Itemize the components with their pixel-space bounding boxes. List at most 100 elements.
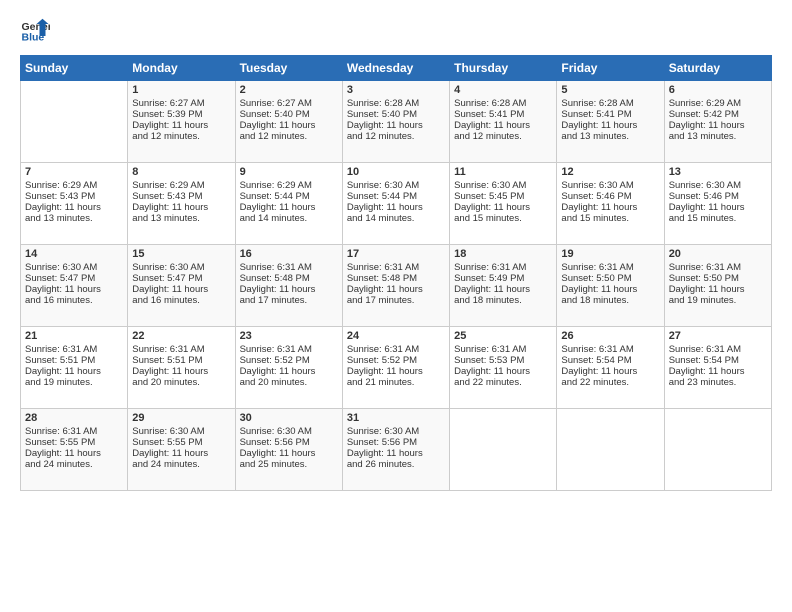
calendar-table: SundayMondayTuesdayWednesdayThursdayFrid… <box>20 55 772 491</box>
day-info: Sunset: 5:44 PM <box>240 191 338 202</box>
header-cell-sunday: Sunday <box>21 56 128 81</box>
day-info: Sunrise: 6:28 AM <box>561 98 659 109</box>
day-info: Daylight: 11 hours <box>132 202 230 213</box>
calendar-row: 1Sunrise: 6:27 AMSunset: 5:39 PMDaylight… <box>21 81 772 163</box>
day-number: 28 <box>25 412 123 424</box>
day-info: Sunrise: 6:31 AM <box>669 344 767 355</box>
day-info: and 12 minutes. <box>454 131 552 142</box>
day-number: 1 <box>132 84 230 96</box>
day-info: and 12 minutes. <box>132 131 230 142</box>
day-number: 26 <box>561 330 659 342</box>
day-info: Sunrise: 6:30 AM <box>132 262 230 273</box>
calendar-cell: 27Sunrise: 6:31 AMSunset: 5:54 PMDayligh… <box>664 327 771 409</box>
day-info: Sunrise: 6:28 AM <box>347 98 445 109</box>
header: General Blue <box>20 15 772 45</box>
day-number: 20 <box>669 248 767 260</box>
day-info: Daylight: 11 hours <box>240 284 338 295</box>
day-info: Daylight: 11 hours <box>132 120 230 131</box>
day-info: Daylight: 11 hours <box>240 120 338 131</box>
day-number: 8 <box>132 166 230 178</box>
day-info: and 17 minutes. <box>347 295 445 306</box>
calendar-cell: 5Sunrise: 6:28 AMSunset: 5:41 PMDaylight… <box>557 81 664 163</box>
day-info: Sunset: 5:52 PM <box>347 355 445 366</box>
calendar-cell: 21Sunrise: 6:31 AMSunset: 5:51 PMDayligh… <box>21 327 128 409</box>
day-number: 11 <box>454 166 552 178</box>
calendar-cell: 26Sunrise: 6:31 AMSunset: 5:54 PMDayligh… <box>557 327 664 409</box>
day-info: Sunrise: 6:28 AM <box>454 98 552 109</box>
day-info: Sunrise: 6:31 AM <box>25 426 123 437</box>
day-info: Daylight: 11 hours <box>132 366 230 377</box>
day-info: and 20 minutes. <box>240 377 338 388</box>
day-info: Sunrise: 6:27 AM <box>240 98 338 109</box>
day-info: Daylight: 11 hours <box>669 202 767 213</box>
day-info: and 19 minutes. <box>669 295 767 306</box>
calendar-cell: 1 Sunrise: 6:27 AMSunset: 5:39 PMDaylight… <box>128 81 235 163</box>
day-info: Sunset: 5:51 PM <box>25 355 123 366</box>
calendar-body: 1Sunrise: 6:27 AMSunset: 5:39 PMDaylight… <box>21 81 772 491</box>
day-info: and 20 minutes. <box>132 377 230 388</box>
calendar-cell <box>21 81 128 163</box>
day-info: Daylight: 11 hours <box>561 202 659 213</box>
day-info: Sunrise: 6:31 AM <box>454 262 552 273</box>
day-info: and 17 minutes. <box>240 295 338 306</box>
day-info: Sunset: 5:41 PM <box>454 109 552 120</box>
day-info: and 15 minutes. <box>454 213 552 224</box>
day-info: and 19 minutes. <box>25 377 123 388</box>
day-info: and 23 minutes. <box>669 377 767 388</box>
calendar-cell: 25Sunrise: 6:31 AMSunset: 5:53 PMDayligh… <box>450 327 557 409</box>
day-info: Sunrise: 6:30 AM <box>454 180 552 191</box>
day-info: Sunrise: 6:31 AM <box>454 344 552 355</box>
calendar-cell: 24Sunrise: 6:31 AMSunset: 5:52 PMDayligh… <box>342 327 449 409</box>
header-cell-saturday: Saturday <box>664 56 771 81</box>
day-info: Sunrise: 6:29 AM <box>132 180 230 191</box>
calendar-cell: 13Sunrise: 6:30 AMSunset: 5:46 PMDayligh… <box>664 163 771 245</box>
day-info: Sunset: 5:52 PM <box>240 355 338 366</box>
day-info: Daylight: 11 hours <box>561 284 659 295</box>
day-info: Daylight: 11 hours <box>454 366 552 377</box>
day-info: Sunrise: 6:27 AM <box>132 98 230 109</box>
day-info: and 13 minutes. <box>561 131 659 142</box>
day-info: Sunrise: 6:30 AM <box>240 426 338 437</box>
day-number: 30 <box>240 412 338 424</box>
day-info: Sunset: 5:56 PM <box>347 437 445 448</box>
day-info: Sunset: 5:49 PM <box>454 273 552 284</box>
day-info: and 14 minutes. <box>240 213 338 224</box>
day-number: 22 <box>132 330 230 342</box>
day-info: Sunset: 5:40 PM <box>347 109 445 120</box>
day-info: and 22 minutes. <box>561 377 659 388</box>
day-info: Daylight: 11 hours <box>347 448 445 459</box>
day-number: 29 <box>132 412 230 424</box>
calendar-cell: 18Sunrise: 6:31 AMSunset: 5:49 PMDayligh… <box>450 245 557 327</box>
header-cell-monday: Monday <box>128 56 235 81</box>
day-info: Sunset: 5:41 PM <box>561 109 659 120</box>
day-info: Sunrise: 6:30 AM <box>669 180 767 191</box>
day-info: Sunrise: 6:31 AM <box>347 262 445 273</box>
day-info: Sunset: 5:44 PM <box>347 191 445 202</box>
header-cell-wednesday: Wednesday <box>342 56 449 81</box>
day-number: 2 <box>240 84 338 96</box>
day-number: 14 <box>25 248 123 260</box>
calendar-cell: 16Sunrise: 6:31 AMSunset: 5:48 PMDayligh… <box>235 245 342 327</box>
calendar-cell <box>664 409 771 491</box>
day-info: Daylight: 11 hours <box>347 284 445 295</box>
day-info: Sunrise: 6:31 AM <box>561 344 659 355</box>
day-number: 3 <box>347 84 445 96</box>
day-info: Sunrise: 6:31 AM <box>25 344 123 355</box>
day-info: Sunrise: 6:31 AM <box>347 344 445 355</box>
day-info: and 16 minutes. <box>132 295 230 306</box>
calendar-cell: 17Sunrise: 6:31 AMSunset: 5:48 PMDayligh… <box>342 245 449 327</box>
day-info: and 25 minutes. <box>240 459 338 470</box>
day-info: Sunset: 5:53 PM <box>454 355 552 366</box>
calendar-cell: 30Sunrise: 6:30 AMSunset: 5:56 PMDayligh… <box>235 409 342 491</box>
day-info: Sunset: 5:48 PM <box>240 273 338 284</box>
calendar-row: 7Sunrise: 6:29 AMSunset: 5:43 PMDaylight… <box>21 163 772 245</box>
day-info: and 24 minutes. <box>132 459 230 470</box>
day-info: and 15 minutes. <box>561 213 659 224</box>
day-info: and 16 minutes. <box>25 295 123 306</box>
calendar-cell: 7Sunrise: 6:29 AMSunset: 5:43 PMDaylight… <box>21 163 128 245</box>
day-info: and 13 minutes. <box>132 213 230 224</box>
logo-icon: General Blue <box>20 15 50 45</box>
day-info: Sunrise: 6:29 AM <box>25 180 123 191</box>
day-info: Sunset: 5:39 PM <box>132 109 230 120</box>
calendar-cell: 29Sunrise: 6:30 AMSunset: 5:55 PMDayligh… <box>128 409 235 491</box>
